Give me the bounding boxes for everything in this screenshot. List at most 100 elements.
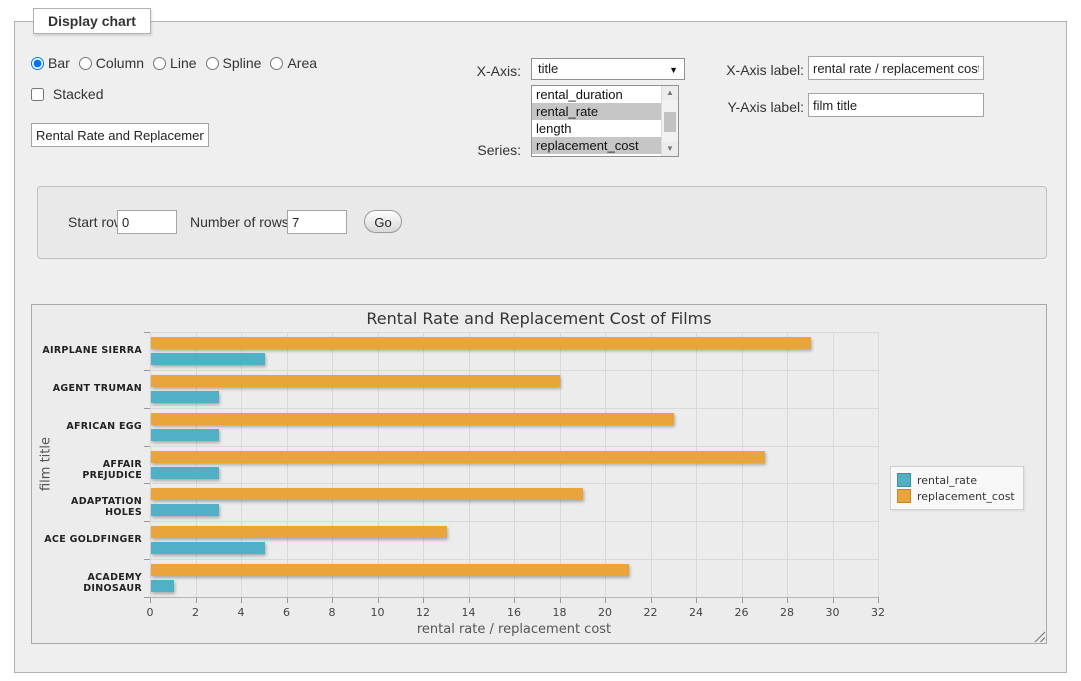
x-tick-label: 6 xyxy=(283,606,290,619)
x-tick-label: 10 xyxy=(371,606,385,619)
scrollbar-thumb[interactable] xyxy=(664,112,676,132)
number-of-rows-input[interactable] xyxy=(287,210,347,234)
y-axis-tick xyxy=(144,559,150,560)
series-option-rental_duration[interactable]: rental_duration xyxy=(532,86,678,103)
chart-x-axis-title: rental rate / replacement cost xyxy=(417,622,611,637)
bar-rental_rate[interactable] xyxy=(151,580,174,592)
series-option-replacement_cost[interactable]: replacement_cost xyxy=(532,137,678,154)
gridline xyxy=(878,332,879,597)
series-option-length[interactable]: length xyxy=(532,120,678,137)
gridline xyxy=(605,332,606,597)
chart-type-option-line[interactable]: Line xyxy=(153,55,196,71)
category-label: ACE GOLDFINGER xyxy=(40,534,142,545)
legend-item-replacement_cost[interactable]: replacement_cost xyxy=(897,489,1015,503)
x-tick-label: 2 xyxy=(192,606,199,619)
row-controls-panel: Start row: Number of rows: Go xyxy=(37,186,1047,259)
series-option-rental_rate[interactable]: rental_rate xyxy=(532,103,678,120)
gridline xyxy=(696,332,697,597)
chart-type-radio-area[interactable] xyxy=(270,57,283,70)
gridline xyxy=(332,332,333,597)
bar-replacement_cost[interactable] xyxy=(151,526,447,538)
scroll-down-icon[interactable]: ▼ xyxy=(662,142,678,156)
legend-label-replacement_cost: replacement_cost xyxy=(917,490,1015,503)
stacked-row: Stacked xyxy=(31,86,103,102)
x-tick-label: 8 xyxy=(329,606,336,619)
gridline xyxy=(742,332,743,597)
y-axis-tick xyxy=(144,332,150,333)
bar-rental_rate[interactable] xyxy=(151,542,265,554)
chart-type-radio-column[interactable] xyxy=(79,57,92,70)
bar-rental_rate[interactable] xyxy=(151,504,219,516)
legend-item-rental_rate[interactable]: rental_rate xyxy=(897,473,1015,487)
bar-replacement_cost[interactable] xyxy=(151,375,560,387)
category-label: AIRPLANE SIERRA xyxy=(40,345,142,356)
gridline xyxy=(150,521,878,522)
chart-type-radio-line[interactable] xyxy=(153,57,166,70)
y-axis-tick xyxy=(144,521,150,522)
x-axis-label-input[interactable] xyxy=(808,56,984,80)
x-tick-label: 28 xyxy=(780,606,794,619)
x-tick-label: 20 xyxy=(598,606,612,619)
resize-handle-icon[interactable] xyxy=(1034,631,1045,642)
chart-type-option-bar[interactable]: Bar xyxy=(31,55,70,71)
x-axis-select[interactable]: title ▼ xyxy=(531,58,685,80)
x-tick-label: 0 xyxy=(147,606,154,619)
x-tick-label: 24 xyxy=(689,606,703,619)
category-label: ADAPTATION HOLES xyxy=(40,496,142,518)
gridline xyxy=(833,332,834,597)
chart-type-radio-spline[interactable] xyxy=(206,57,219,70)
stacked-checkbox[interactable] xyxy=(31,88,44,101)
bar-replacement_cost[interactable] xyxy=(151,488,583,500)
category-label: ACADEMY DINOSAUR xyxy=(40,572,142,594)
gridline xyxy=(514,332,515,597)
fieldset-legend: Display chart xyxy=(33,8,151,34)
bar-rental_rate[interactable] xyxy=(151,353,265,365)
gridline xyxy=(651,332,652,597)
gridline xyxy=(196,332,197,597)
gridline xyxy=(423,332,424,597)
legend-label-rental_rate: rental_rate xyxy=(917,474,977,487)
gridline xyxy=(378,332,379,597)
number-of-rows-label: Number of rows: xyxy=(190,214,293,230)
x-tick-label: 12 xyxy=(416,606,430,619)
x-axis-tick xyxy=(878,597,879,603)
start-row-input[interactable] xyxy=(117,210,177,234)
bar-rental_rate[interactable] xyxy=(151,429,219,441)
category-label: AFFAIR PREJUDICE xyxy=(40,459,142,481)
chart-type-radio-bar[interactable] xyxy=(31,57,44,70)
chart-type-option-column[interactable]: Column xyxy=(79,55,144,71)
gridline xyxy=(150,370,878,371)
series-listbox[interactable]: ▲ ▼ rental_durationrental_ratelengthrepl… xyxy=(531,85,679,157)
y-axis-label-field-label: Y-Axis label: xyxy=(712,99,804,115)
display-chart-fieldset: Display chart BarColumnLineSplineArea St… xyxy=(14,21,1067,673)
chevron-down-icon: ▼ xyxy=(669,60,678,80)
x-axis-select-label: X-Axis: xyxy=(445,63,521,79)
bar-replacement_cost[interactable] xyxy=(151,451,765,463)
gridline xyxy=(150,559,878,560)
legend-swatch-replacement_cost xyxy=(897,489,911,503)
bar-replacement_cost[interactable] xyxy=(151,337,811,349)
y-axis-label-input[interactable] xyxy=(808,93,984,117)
bar-replacement_cost[interactable] xyxy=(151,564,629,576)
gridline xyxy=(469,332,470,597)
x-tick-label: 18 xyxy=(553,606,567,619)
listbox-scrollbar[interactable]: ▲ ▼ xyxy=(661,86,678,156)
stacked-label[interactable]: Stacked xyxy=(53,86,104,102)
category-label: AFRICAN EGG xyxy=(40,421,142,432)
chart-type-option-spline[interactable]: Spline xyxy=(206,55,262,71)
bar-replacement_cost[interactable] xyxy=(151,413,674,425)
chart-container: Rental Rate and Replacement Cost of Film… xyxy=(31,304,1047,644)
bar-rental_rate[interactable] xyxy=(151,467,219,479)
x-tick-label: 30 xyxy=(826,606,840,619)
x-tick-label: 22 xyxy=(644,606,658,619)
y-axis-tick xyxy=(144,483,150,484)
category-label: AGENT TRUMAN xyxy=(40,383,142,394)
gridline xyxy=(787,332,788,597)
bar-rental_rate[interactable] xyxy=(151,391,219,403)
chart-type-option-area[interactable]: Area xyxy=(270,55,317,71)
go-button[interactable]: Go xyxy=(364,210,402,233)
x-tick-label: 16 xyxy=(507,606,521,619)
chart-title-input[interactable] xyxy=(31,123,209,147)
scroll-up-icon[interactable]: ▲ xyxy=(662,86,678,100)
y-axis-tick xyxy=(144,408,150,409)
